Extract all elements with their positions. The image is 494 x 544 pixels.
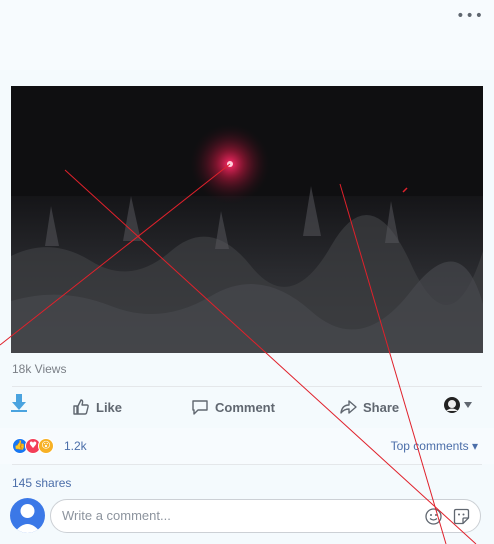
post-as-selector[interactable] (443, 396, 472, 414)
comment-button[interactable]: Comment (191, 398, 275, 416)
speech-bubble-icon (192, 400, 208, 415)
sticker-icon[interactable] (453, 508, 470, 528)
like-button[interactable]: Like (72, 398, 122, 416)
view-count: 18k Views (12, 362, 67, 376)
chevron-down-icon (464, 402, 472, 408)
comment-input[interactable] (62, 508, 412, 523)
action-bar: Like Comment Share (0, 388, 494, 426)
comment-label: Comment (215, 399, 275, 415)
share-arrow-icon (340, 400, 357, 414)
user-avatar (10, 498, 45, 533)
emoji-icon[interactable] (425, 508, 442, 528)
reaction-icons[interactable]: 👍 ♥ 😮 (12, 438, 54, 454)
reaction-count[interactable]: 1.2k (64, 439, 87, 453)
comment-composer (0, 496, 494, 540)
video-frame (11, 86, 483, 353)
post-header: ••• (0, 0, 494, 70)
divider (12, 386, 482, 387)
comment-sort-dropdown[interactable]: Top comments ▾ (391, 439, 478, 453)
share-label: Share (363, 399, 400, 415)
reactions-summary: 👍 ♥ 😮 1.2k Top comments ▾ (0, 428, 494, 464)
share-count[interactable]: 145 shares (12, 476, 71, 490)
thumbs-up-icon (73, 399, 89, 415)
wow-reaction-icon: 😮 (38, 438, 54, 454)
comment-input-box[interactable] (50, 499, 481, 533)
divider (12, 464, 482, 465)
download-arrow-icon[interactable] (11, 394, 27, 415)
video-player[interactable] (11, 86, 483, 353)
like-label: Like (96, 399, 123, 415)
more-options-icon[interactable]: ••• (456, 8, 484, 24)
user-silhouette-icon (14, 504, 41, 533)
share-button[interactable]: Share (339, 398, 399, 416)
profile-avatar-icon (444, 397, 460, 413)
